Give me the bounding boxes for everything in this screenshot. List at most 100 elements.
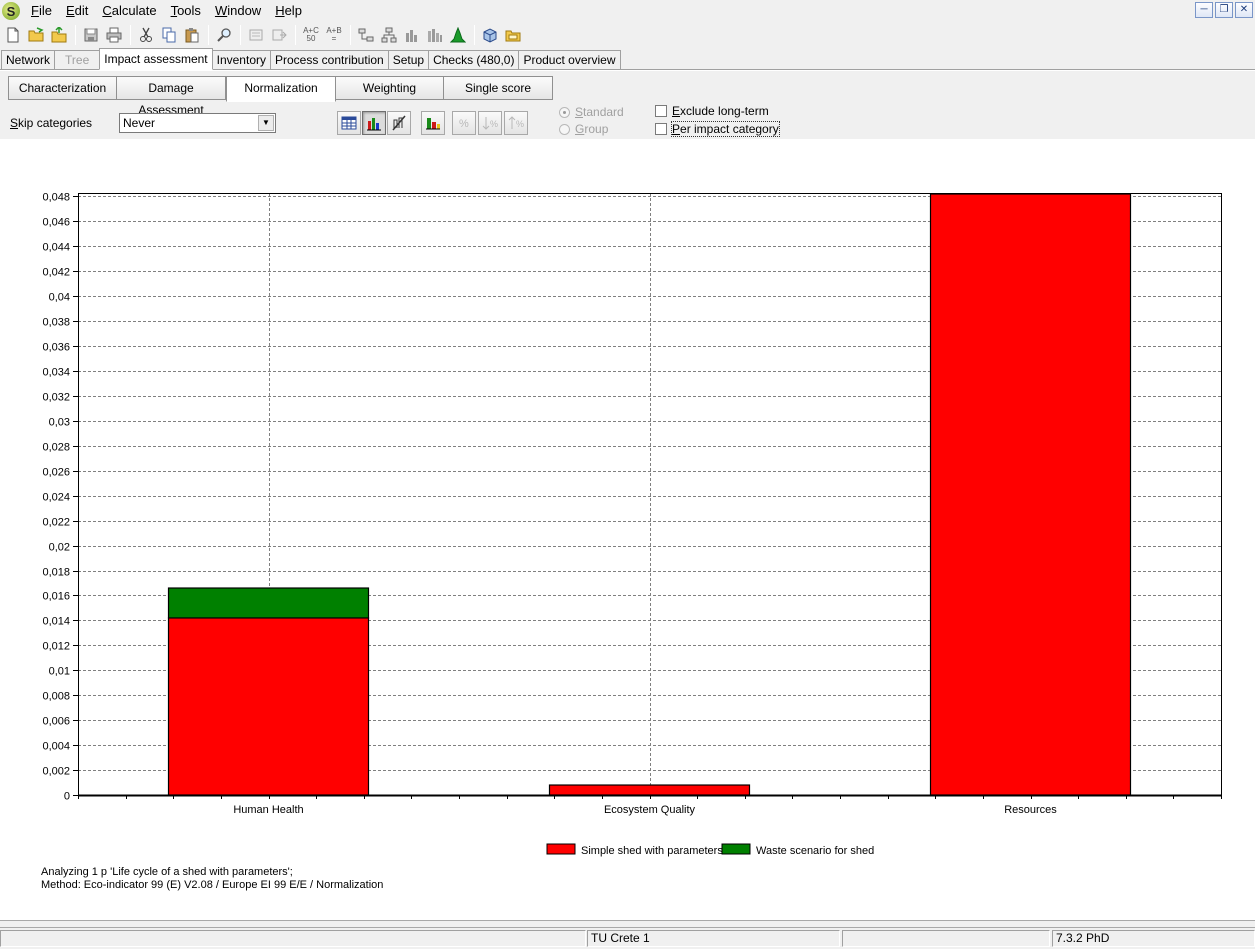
y-tick-label: 0 [64,791,70,803]
y-tick-label: 0,034 [42,367,70,379]
subtab-damage-assessment[interactable]: Damage Assessment [116,76,226,117]
project-folder-icon[interactable] [502,24,524,46]
tab-impact-assessment[interactable]: Impact assessment [99,48,213,70]
tab-network[interactable]: Network [1,50,56,69]
subtab-characterization[interactable]: Characterization [8,76,117,100]
grouped-bar-icon [426,118,440,130]
menu-tools[interactable]: Tools [164,0,208,22]
bar-chart-icon[interactable] [401,24,423,46]
legend-label: Waste scenario for shed [756,845,874,857]
export-disabled-icon[interactable] [268,24,290,46]
new-file-icon[interactable] [2,24,24,46]
sort-ascending-button[interactable]: % [504,111,528,135]
y-tick-label: 0,024 [42,492,70,504]
checkbox-box[interactable] [655,123,667,135]
close-icon[interactable]: ✕ [1235,2,1253,18]
chart-view-button[interactable] [362,111,386,135]
status-cell-main [0,930,586,947]
exclude-long-term-checkbox[interactable]: Exclude long-term [655,104,769,118]
y-tick-label: 0,028 [42,442,70,454]
open-recent-icon[interactable] [48,24,70,46]
menu-calculate[interactable]: Calculate [95,0,163,22]
restore-icon[interactable]: ❐ [1215,2,1233,18]
group-chart-button[interactable] [421,111,445,135]
normalization-chart: 0 0,002 0,004 0,006 0,008 0,01 0,012 0,014 0,016… [42,192,1222,857]
open-folder-icon[interactable] [25,24,47,46]
paste-icon[interactable] [181,24,203,46]
network-icon[interactable] [355,24,377,46]
y-tick-label: 0,026 [42,467,70,479]
minimize-icon[interactable]: ─ [1195,2,1213,18]
main-tabs: Network Tree Impact assessment Inventory… [0,48,1255,70]
save-icon[interactable] [80,24,102,46]
libraries-icon[interactable] [479,24,501,46]
search-icon[interactable] [213,24,235,46]
radio-dot-icon [559,123,570,135]
bar-segment [929,193,1132,796]
legend-swatch [546,843,576,855]
tab-product-overview[interactable]: Product overview [518,50,621,69]
radio-group[interactable]: Group [559,122,608,136]
tab-checks[interactable]: Checks (480,0) [428,50,520,69]
exclude-chart-button[interactable] [387,111,411,135]
menu-help[interactable]: Help [268,0,309,22]
compare-label-bottom: 50 [306,34,316,43]
percent-button[interactable]: % [452,111,476,135]
y-tick-label: 0,036 [42,342,70,354]
stacked-chart-icon[interactable] [424,24,446,46]
bar-segment [167,587,370,619]
radio-standard[interactable]: Standard [559,105,624,119]
toolbar: A+C 50 A+B = [0,22,1255,48]
table-view-button[interactable] [337,111,361,135]
tab-tree[interactable]: Tree [54,50,101,69]
per-impact-category-checkbox[interactable]: Per impact category [655,121,780,137]
cut-icon[interactable] [135,24,157,46]
chart-area: 0 0,002 0,004 0,006 0,008 0,01 0,012 0,014 0,016… [0,139,1255,920]
tab-setup[interactable]: Setup [387,50,430,69]
x-category-label: Resources [1004,804,1057,816]
y-tick-label: 0,04 [49,292,70,304]
tab-inventory[interactable]: Inventory [211,50,271,69]
menu-edit[interactable]: Edit [59,0,95,22]
chevron-down-icon[interactable]: ▼ [258,115,274,131]
add-icon[interactable]: A+B = [323,24,345,46]
toolbar-separator [75,25,76,45]
y-tick-label: 0,018 [42,567,70,579]
compare-icon[interactable]: A+C 50 [300,24,322,46]
toolbar-separator [208,25,209,45]
y-tick-label: 0,03 [49,417,70,429]
menu-window[interactable]: Window [208,0,268,22]
y-tick-label: 0,014 [42,616,70,628]
y-tick-label: 0,012 [42,641,70,653]
y-tick-label: 0,016 [42,591,70,603]
y-tick-label: 0,022 [42,517,70,529]
copy-icon[interactable] [158,24,180,46]
checkbox-box[interactable] [655,105,667,117]
x-category-label: Human Health [233,804,303,816]
subtab-single-score[interactable]: Single score [443,76,553,100]
subtab-weighting[interactable]: Weighting [335,76,444,100]
sort-ascending-icon: % [508,116,524,129]
y-tick-label: 0,006 [42,716,70,728]
method-info-line: Method: Eco-indicator 99 (E) V2.08 / Eur… [41,879,384,891]
y-tick-label: 0,008 [42,691,70,703]
splitter[interactable] [0,920,1255,928]
menu-file[interactable]: File [24,0,59,22]
import-disabled-icon[interactable] [245,24,267,46]
tab-process-contribution[interactable]: Process contribution [269,50,389,69]
skip-categories-select[interactable]: Never ▼ [119,113,276,133]
tree-icon[interactable] [378,24,400,46]
distribution-icon[interactable] [447,24,469,46]
y-tick-label: 0,004 [42,741,70,753]
status-bar: TU Crete 1 7.3.2 PhD [0,928,1255,949]
subtab-normalization[interactable]: Normalization [226,76,336,102]
radio-dot-icon [559,106,570,118]
print-icon[interactable] [103,24,125,46]
app-logo-icon: S [2,2,20,20]
crossed-chart-icon [392,115,406,131]
sort-descending-button[interactable]: % [478,111,502,135]
y-tick-label: 0,048 [42,192,70,204]
skip-categories-value: Never [123,116,156,130]
analysis-info-line: Analyzing 1 p 'Life cycle of a shed with… [41,866,293,878]
svg-text:%: % [516,119,524,129]
